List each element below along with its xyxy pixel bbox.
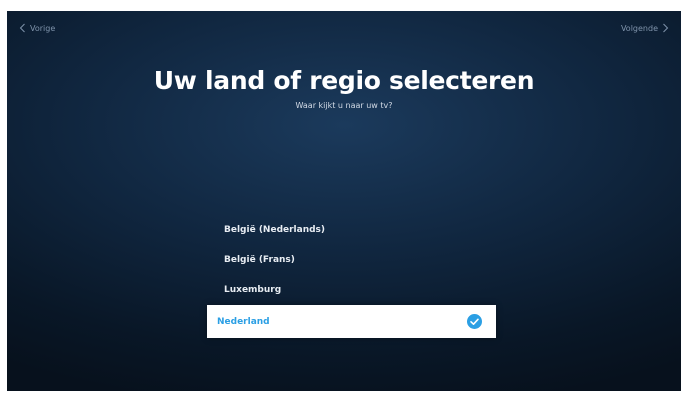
next-button-label: Volgende [620,23,658,33]
country-option-label: België (Frans) [224,255,295,265]
chevron-right-icon [663,23,669,33]
previous-button[interactable]: Vorige [19,23,55,33]
country-option-belgie-nederlands[interactable]: België (Nederlands) [207,215,496,245]
country-list: België (Nederlands) België (Frans) Luxem… [207,215,496,338]
next-button[interactable]: Volgende [621,23,669,33]
country-option-belgie-frans[interactable]: België (Frans) [207,245,496,275]
check-circle-icon [467,314,482,329]
country-option-label: België (Nederlands) [224,225,326,235]
country-option-luxemburg[interactable]: Luxemburg [207,275,496,305]
page-title: Uw land of regio selecteren [153,66,535,95]
chevron-left-icon [19,23,25,33]
page-subtitle: Waar kijkt u naar uw tv? [295,101,393,110]
country-option-label: Luxemburg [224,285,282,295]
previous-button-label: Vorige [30,23,56,33]
country-option-label: Nederland [217,316,270,327]
country-option-nederland[interactable]: Nederland [207,305,496,338]
tv-setup-screen: Vorige Volgende Uw land of regio selecte… [7,11,681,391]
